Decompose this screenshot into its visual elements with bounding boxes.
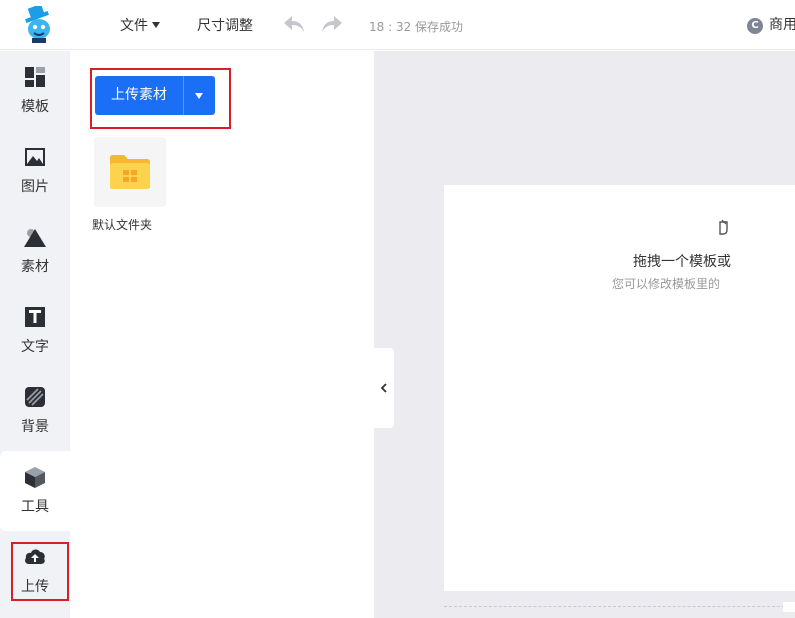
save-status: 18 : 32 保存成功 (369, 20, 464, 34)
highlight-box-upload-nav (11, 542, 69, 601)
artboard[interactable] (444, 185, 795, 591)
folder-card[interactable] (94, 137, 166, 207)
text-icon (25, 307, 45, 327)
sidebar-item-text[interactable]: 文字 (0, 291, 70, 371)
page-divider (444, 606, 795, 607)
tools-icon (25, 467, 45, 488)
copyright-icon: C (747, 18, 763, 34)
commercial-label: 商用 (769, 17, 795, 33)
caret-down-icon (152, 22, 160, 28)
panel-collapse-button[interactable] (374, 348, 394, 428)
shapes-icon (24, 229, 46, 247)
file-menu-label: 文件 (120, 18, 148, 34)
drop-hint-title: 拖拽一个模板或 (633, 254, 731, 270)
undo-icon[interactable] (282, 13, 306, 35)
template-icon (25, 67, 45, 87)
background-icon (25, 387, 45, 407)
resize-menu[interactable]: 尺寸调整 (197, 15, 253, 35)
sidebar-item-tools[interactable]: 工具 (0, 451, 70, 531)
sidebar-item-materials[interactable]: 素材 (0, 211, 70, 291)
folder-name[interactable]: 默认文件夹 (92, 216, 152, 233)
sidebar-item-label: 模板 (21, 99, 49, 115)
sidebar-item-template[interactable]: 模板 (0, 51, 70, 131)
sidebar-item-label: 工具 (21, 499, 49, 515)
drag-drop-icon (719, 219, 728, 235)
sidebar-item-label: 素材 (21, 259, 49, 275)
canvas-area: 拖拽一个模板或 您可以修改模板里的 (374, 51, 795, 618)
asset-panel: 上传素材 默认文件夹 (70, 51, 374, 618)
chevron-left-icon (380, 383, 387, 393)
top-bar: 文件 尺寸调整 18 : 32 保存成功 C 商用 (0, 0, 795, 50)
image-icon (25, 148, 45, 166)
sidebar-item-background[interactable]: 背景 (0, 371, 70, 451)
redo-icon[interactable] (320, 13, 344, 35)
folder-icon (110, 155, 150, 189)
logo-icon[interactable] (22, 6, 56, 44)
drop-hint-subtitle: 您可以修改模板里的 (612, 277, 721, 291)
sidebar-item-label: 图片 (21, 179, 49, 195)
page-corner-tab[interactable] (783, 602, 795, 612)
sidebar-item-label: 文字 (21, 339, 49, 355)
sidebar-item-image[interactable]: 图片 (0, 131, 70, 211)
sidebar: 模板 图片 素材 文字 背景 工具 上传 (0, 51, 70, 618)
sidebar-item-label: 背景 (21, 419, 49, 435)
highlight-box-upload-button (90, 68, 231, 129)
file-menu[interactable]: 文件 (120, 15, 160, 35)
commercial-link[interactable]: C 商用 (747, 14, 795, 34)
